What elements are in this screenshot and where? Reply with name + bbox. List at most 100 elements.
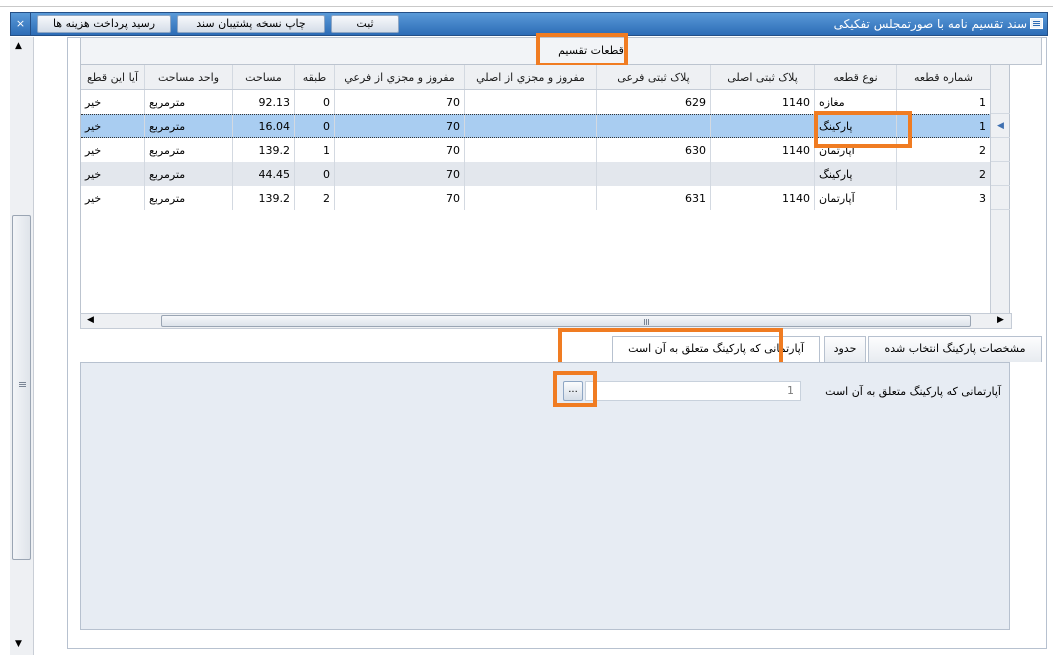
cell-floor: 1 [295, 138, 335, 162]
cell-piece-no: 2 [897, 162, 991, 186]
tab-bounds[interactable]: حدود [824, 336, 866, 362]
col-header-separated-from-sub[interactable]: مفروز و مجزي از فرعي [335, 65, 465, 89]
table-row[interactable]: خیر مترمربع 92.13 0 70 629 1140 مغازه 1 [81, 90, 991, 114]
detail-panel: آپارتمانی که پارکینگ متعلق به آن است 1 .… [80, 362, 1010, 630]
scroll-up-icon[interactable]: ▲ [15, 41, 22, 51]
close-icon[interactable]: × [11, 13, 31, 35]
row-indicator-column: ◀ [990, 65, 1010, 313]
table-row[interactable]: خیر مترمربع 139.2 2 70 631 1140 آپارتمان… [81, 186, 991, 210]
cell-floor: 0 [295, 115, 335, 137]
top-border-line [0, 6, 1053, 7]
row-indicator[interactable] [991, 162, 1010, 186]
scroll-left-icon[interactable]: ◀ [87, 315, 94, 325]
cell-separated-from-main [465, 90, 597, 114]
apartment-field-label: آپارتمانی که پارکینگ متعلق به آن است [825, 385, 1001, 398]
grid-header-row: آیا این قطع واحد مساحت مساحت طبقه مفروز … [81, 65, 991, 90]
cell-is-piece: خیر [81, 138, 145, 162]
window-titlebar: × رسید پرداخت هزینه ها چاپ نسخه پشتیبان … [10, 12, 1048, 36]
row-indicator[interactable] [991, 186, 1010, 210]
cell-area-unit: مترمربع [145, 186, 233, 210]
cell-piece-type: پارکینگ [815, 162, 897, 186]
cell-piece-type: پارکینگ [815, 115, 897, 137]
cell-main-plate: 1140 [711, 90, 815, 114]
cell-piece-no: 2 [897, 138, 991, 162]
cell-sub-plate: 629 [597, 90, 711, 114]
cell-area-unit: مترمربع [145, 138, 233, 162]
cell-area-unit: مترمربع [145, 162, 233, 186]
vertical-scroll-thumb[interactable] [12, 215, 31, 560]
col-header-is-piece[interactable]: آیا این قطع [81, 65, 145, 89]
cell-is-piece: خیر [81, 115, 145, 137]
tab-apartment-of-parking[interactable]: آپارتمانی که پارکینگ متعلق به آن است [612, 336, 820, 363]
browse-button[interactable]: ... [563, 381, 583, 401]
pieces-grid: آیا این قطع واحد مساحت مساحت طبقه مفروز … [80, 65, 1012, 313]
grip-icon [19, 382, 26, 383]
col-header-area[interactable]: مساحت [233, 65, 295, 89]
cell-separated-from-sub: 70 [335, 162, 465, 186]
scroll-right-icon[interactable]: ▶ [997, 315, 1004, 325]
horizontal-scrollbar[interactable]: ◀ ▶ [80, 313, 1012, 329]
cell-separated-from-main [465, 115, 597, 137]
cell-piece-no: 3 [897, 186, 991, 210]
current-row-arrow-icon[interactable]: ◀ [991, 114, 1010, 138]
cell-floor: 0 [295, 90, 335, 114]
col-header-floor[interactable]: طبقه [295, 65, 335, 89]
tab-parking-spec[interactable]: مشخصات پارکینگ انتخاب شده [868, 336, 1042, 362]
cell-separated-from-main [465, 138, 597, 162]
cell-is-piece: خیر [81, 162, 145, 186]
cell-main-plate: 1140 [711, 138, 815, 162]
cell-sub-plate: 630 [597, 138, 711, 162]
form-icon [1030, 18, 1043, 29]
vertical-scrollbar[interactable]: ▲ ▼ [10, 37, 34, 655]
col-header-sub-plate[interactable]: پلاک ثبتی فرعی [597, 65, 711, 89]
apartment-field[interactable]: 1 [585, 381, 801, 401]
cell-sub-plate [597, 115, 711, 137]
col-header-area-unit[interactable]: واحد مساحت [145, 65, 233, 89]
row-indicator[interactable] [991, 90, 1010, 114]
cell-main-plate [711, 115, 815, 137]
cell-piece-type: آپارتمان [815, 138, 897, 162]
cell-main-plate: 1140 [711, 186, 815, 210]
cell-separated-from-sub: 70 [335, 115, 465, 137]
scroll-down-icon[interactable]: ▼ [15, 639, 22, 649]
cell-piece-type: مغازه [815, 90, 897, 114]
cell-is-piece: خیر [81, 90, 145, 114]
submit-button[interactable]: ثبت [331, 15, 399, 33]
col-header-piece-type[interactable]: نوع قطعه [815, 65, 897, 89]
grip-icon [644, 319, 645, 325]
cell-area: 16.04 [233, 115, 295, 137]
col-header-separated-from-main[interactable]: مفروز و مجزي از اصلي [465, 65, 597, 89]
table-row[interactable]: خیر مترمربع 139.2 1 70 630 1140 آپارتمان… [81, 138, 991, 162]
cell-main-plate [711, 162, 815, 186]
window-title-text: سند تقسیم نامه با صورتمجلس تفکیکی [833, 17, 1027, 31]
row-indicator[interactable] [991, 138, 1010, 162]
cell-separated-from-sub: 70 [335, 138, 465, 162]
cost-receipt-button[interactable]: رسید پرداخت هزینه ها [37, 15, 171, 33]
window-title: سند تقسیم نامه با صورتمجلس تفکیکی [834, 13, 1043, 35]
cell-area: 139.2 [233, 186, 295, 210]
cell-piece-no: 1 [897, 115, 991, 137]
table-row-selected[interactable]: خیر مترمربع 16.04 0 70 پارکینگ 1 [81, 114, 991, 138]
cell-piece-no: 1 [897, 90, 991, 114]
cell-sub-plate [597, 162, 711, 186]
detail-tabs: مشخصات پارکینگ انتخاب شده حدود آپارتمانی… [542, 336, 1042, 363]
cell-sub-plate: 631 [597, 186, 711, 210]
group-header: قطعات تقسیم [80, 37, 1042, 65]
col-header-main-plate[interactable]: پلاک ثبتی اصلی [711, 65, 815, 89]
cell-piece-type: آپارتمان [815, 186, 897, 210]
main-content: قطعات تقسیم آیا این قطع واحد مساحت مساحت… [35, 33, 1048, 655]
cell-area: 139.2 [233, 138, 295, 162]
cell-area-unit: مترمربع [145, 90, 233, 114]
group-caption: قطعات تقسیم [558, 44, 624, 57]
cell-separated-from-sub: 70 [335, 186, 465, 210]
cell-floor: 2 [295, 186, 335, 210]
cell-area: 92.13 [233, 90, 295, 114]
cell-is-piece: خیر [81, 186, 145, 210]
cell-separated-from-main [465, 186, 597, 210]
print-backup-button[interactable]: چاپ نسخه پشتیبان سند [177, 15, 325, 33]
cell-separated-from-sub: 70 [335, 90, 465, 114]
col-header-piece-no[interactable]: شماره قطعه [897, 65, 991, 89]
horizontal-scroll-thumb[interactable] [161, 315, 971, 327]
table-row[interactable]: خیر مترمربع 44.45 0 70 پارکینگ 2 [81, 162, 991, 186]
cell-area: 44.45 [233, 162, 295, 186]
